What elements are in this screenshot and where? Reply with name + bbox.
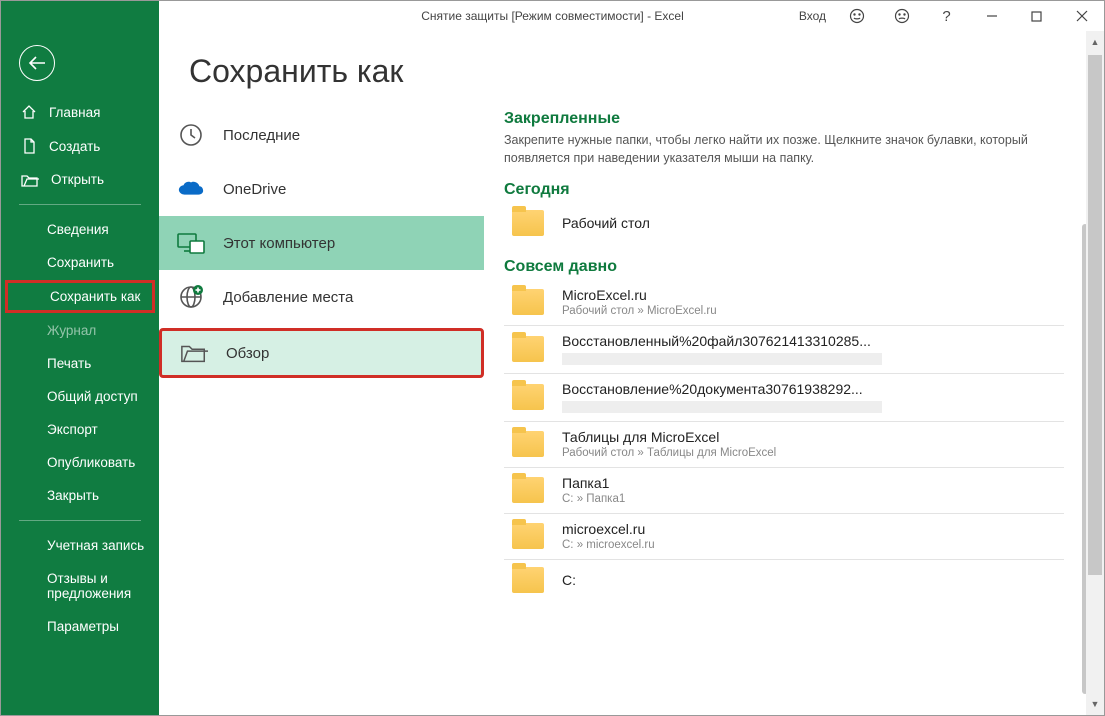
- location-recent[interactable]: Последние: [159, 108, 484, 162]
- folder-icon: [512, 431, 544, 457]
- folder-path: C: » Папка1: [562, 493, 625, 505]
- folder-row[interactable]: MicroExcel.ru Рабочий стол » MicroExcel.r…: [504, 280, 1064, 326]
- this-pc-icon: [177, 229, 205, 257]
- sidebar-print[interactable]: Печать: [1, 347, 159, 380]
- sidebar-label: Создать: [49, 139, 100, 154]
- folder-text: Таблицы для MicroExcel Рабочий стол » Таб…: [562, 429, 776, 459]
- folder-path-redacted: [562, 401, 882, 413]
- folder-path: C: » microexcel.ru: [562, 539, 655, 551]
- sidebar-save[interactable]: Сохранить: [1, 246, 159, 279]
- sign-in-button[interactable]: Вход: [791, 1, 834, 31]
- folder-row[interactable]: Таблицы для MicroExcel Рабочий стол » Таб…: [504, 422, 1064, 468]
- close-button[interactable]: [1059, 1, 1104, 31]
- folder-name: microexcel.ru: [562, 521, 655, 537]
- folder-name: C:: [562, 572, 576, 588]
- folder-name: MicroExcel.ru: [562, 287, 717, 303]
- scroll-down-icon[interactable]: ▼: [1086, 695, 1104, 713]
- sidebar-new[interactable]: Создать: [1, 129, 159, 163]
- sidebar-history: Журнал: [1, 314, 159, 347]
- sidebar-label: Открыть: [51, 172, 104, 187]
- backstage-sidebar: Главная Создать Открыть Сведения Сохрани…: [1, 1, 159, 715]
- sidebar-home[interactable]: Главная: [1, 95, 159, 129]
- folder-icon: [512, 384, 544, 410]
- folder-icon: [512, 477, 544, 503]
- sidebar-export[interactable]: Экспорт: [1, 413, 159, 446]
- folder-text: Восстановление%20документа30761938292...: [562, 381, 882, 413]
- sidebar-publish[interactable]: Опубликовать: [1, 446, 159, 479]
- folder-path-redacted: [562, 353, 882, 365]
- folder-text: Рабочий стол: [562, 215, 650, 231]
- folder-text: C:: [562, 572, 576, 588]
- back-button[interactable]: [19, 45, 55, 81]
- folder-row[interactable]: Рабочий стол: [504, 203, 1064, 244]
- add-place-icon: [177, 283, 205, 311]
- location-label: Обзор: [226, 345, 269, 362]
- folder-icon: [512, 523, 544, 549]
- minimize-button[interactable]: [969, 1, 1014, 31]
- folder-text: Папка1 C: » Папка1: [562, 475, 625, 505]
- sidebar-info[interactable]: Сведения: [1, 213, 159, 246]
- sidebar-options[interactable]: Параметры: [1, 610, 159, 643]
- smile-feedback-icon[interactable]: [834, 1, 879, 31]
- sidebar-close[interactable]: Закрыть: [1, 479, 159, 512]
- scroll-up-icon[interactable]: ▲: [1086, 33, 1104, 51]
- location-add-place[interactable]: Добавление места: [159, 270, 484, 324]
- folder-open-icon: [180, 339, 208, 367]
- scroll-thumb[interactable]: [1088, 55, 1102, 575]
- folder-path: Рабочий стол » MicroExcel.ru: [562, 305, 717, 317]
- folder-row[interactable]: Папка1 C: » Папка1: [504, 468, 1064, 514]
- main-panel: Сохранить как Последние OneDrive Этот ко…: [159, 31, 1104, 715]
- sidebar-feedback[interactable]: Отзывы и предложения: [1, 562, 159, 610]
- sidebar-account[interactable]: Учетная запись: [1, 529, 159, 562]
- folder-row[interactable]: Восстановленный%20файл307621413310285...: [504, 326, 1064, 374]
- folder-name: Таблицы для MicroExcel: [562, 429, 776, 445]
- clock-icon: [177, 121, 205, 149]
- folder-path: Рабочий стол » Таблицы для MicroExcel: [562, 447, 776, 459]
- sidebar-share[interactable]: Общий доступ: [1, 380, 159, 413]
- location-label: Этот компьютер: [223, 235, 335, 252]
- today-header: Сегодня: [504, 181, 1064, 199]
- pinned-header: Закрепленные: [504, 110, 1064, 128]
- onedrive-icon: [177, 175, 205, 203]
- folder-text: MicroExcel.ru Рабочий стол » MicroExcel.r…: [562, 287, 717, 317]
- help-button[interactable]: ?: [924, 1, 969, 31]
- location-onedrive[interactable]: OneDrive: [159, 162, 484, 216]
- sidebar-save-as[interactable]: Сохранить как: [5, 280, 155, 313]
- sidebar-separator: [19, 520, 141, 521]
- location-label: OneDrive: [223, 181, 286, 198]
- maximize-button[interactable]: [1014, 1, 1059, 31]
- folder-row[interactable]: microexcel.ru C: » microexcel.ru: [504, 514, 1064, 560]
- folder-row[interactable]: C:: [504, 560, 1064, 601]
- folder-name: Папка1: [562, 475, 625, 491]
- folder-icon: [512, 210, 544, 236]
- window-scrollbar[interactable]: ▲ ▼: [1086, 31, 1104, 715]
- folder-row[interactable]: Восстановление%20документа30761938292...: [504, 374, 1064, 422]
- title-bar: Снятие защиты [Режим совместимости] - Ex…: [1, 1, 1104, 31]
- location-label: Последние: [223, 127, 300, 144]
- document-title: Снятие защиты [Режим совместимости] - Ex…: [421, 9, 684, 23]
- pinned-description: Закрепите нужные папки, чтобы легко найт…: [504, 132, 1064, 167]
- folder-name: Рабочий стол: [562, 215, 650, 231]
- page-title: Сохранить как: [159, 31, 1104, 104]
- location-list: Последние OneDrive Этот компьютер Добавл…: [159, 104, 504, 715]
- location-label: Добавление места: [223, 289, 353, 306]
- folder-icon: [512, 289, 544, 315]
- folder-icon: [512, 336, 544, 362]
- location-this-pc[interactable]: Этот компьютер: [159, 216, 484, 270]
- older-header: Совсем давно: [504, 258, 1064, 276]
- folder-text: Восстановленный%20файл307621413310285...: [562, 333, 882, 365]
- sidebar-separator: [19, 204, 141, 205]
- sidebar-open[interactable]: Открыть: [1, 163, 159, 196]
- folder-text: microexcel.ru C: » microexcel.ru: [562, 521, 655, 551]
- folder-list: Закрепленные Закрепите нужные папки, что…: [504, 104, 1104, 715]
- folder-name: Восстановленный%20файл307621413310285...: [562, 333, 882, 349]
- folder-name: Восстановление%20документа30761938292...: [562, 381, 882, 397]
- location-browse[interactable]: Обзор: [159, 328, 484, 378]
- frown-feedback-icon[interactable]: [879, 1, 924, 31]
- sidebar-label: Главная: [49, 105, 100, 120]
- folder-icon: [512, 567, 544, 593]
